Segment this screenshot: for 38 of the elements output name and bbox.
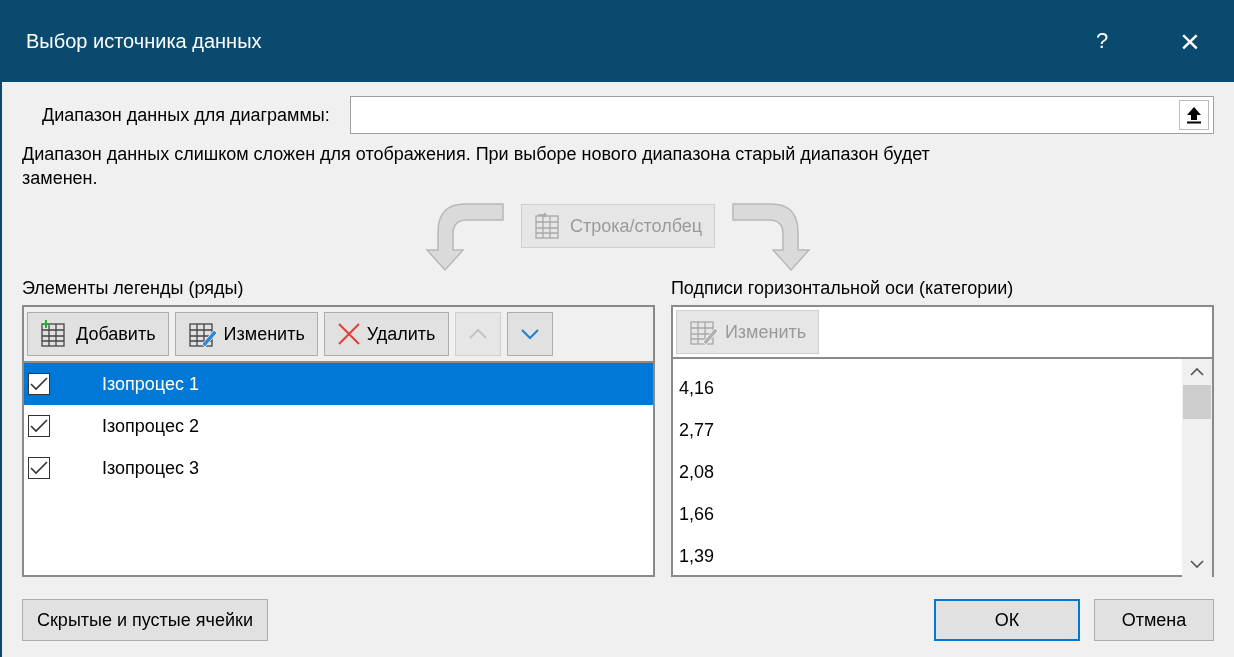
chevron-up-icon xyxy=(1189,367,1205,377)
series-name: Ізопроцес 1 xyxy=(102,373,199,395)
category-item: 2,77 xyxy=(678,418,715,442)
category-item: 2,08 xyxy=(678,460,715,484)
table-pencil-icon xyxy=(187,320,218,348)
move-down-button[interactable] xyxy=(506,312,553,356)
ok-button[interactable]: ОК xyxy=(934,599,1080,641)
collapse-button[interactable] xyxy=(1179,100,1209,130)
edit-button[interactable]: Изменить xyxy=(174,312,318,356)
category-item: 1,66 xyxy=(678,502,715,526)
series-name: Ізопроцес 3 xyxy=(102,457,199,479)
axis-heading: Подписи горизонтальной оси (категории) xyxy=(670,278,1015,299)
hidden-cells-button[interactable]: Скрытые и пустые ячейки xyxy=(22,599,268,641)
table-pencil-icon xyxy=(688,318,719,346)
window-title: Выбор источника данных xyxy=(26,29,263,53)
upload-arrow-icon xyxy=(1186,106,1202,124)
close-button[interactable]: × xyxy=(1146,0,1234,82)
series-item[interactable]: Ізопроцес 1 xyxy=(24,363,653,405)
scroll-thumb[interactable] xyxy=(1183,385,1211,419)
add-button[interactable]: Добавить xyxy=(27,312,169,356)
cancel-button[interactable]: Отмена xyxy=(1094,599,1214,641)
delete-button[interactable]: Удалить xyxy=(323,312,449,356)
checkbox[interactable] xyxy=(28,457,50,479)
info-message: Диапазон данных слишком сложен для отображения. При выборе нового диапазона старый диапазон будет заменен. xyxy=(22,143,931,190)
chevron-down-icon xyxy=(519,328,540,340)
category-item: 1,39 xyxy=(678,544,715,568)
checkbox[interactable] xyxy=(28,373,50,395)
range-label: Диапазон данных для диаграммы: xyxy=(42,104,330,126)
help-button[interactable]: ? xyxy=(1058,0,1146,82)
legend-heading: Элементы легенды (ряды) xyxy=(22,278,245,299)
range-input-field[interactable] xyxy=(349,96,1214,134)
chevron-down-icon xyxy=(1189,559,1205,569)
series-name: Ізопроцес 2 xyxy=(102,415,199,437)
cross-icon xyxy=(336,322,361,346)
scrollbar[interactable] xyxy=(1182,359,1212,577)
checkbox[interactable] xyxy=(28,415,50,437)
chevron-up-icon xyxy=(467,328,488,340)
category-item: 4,16 xyxy=(678,376,715,400)
